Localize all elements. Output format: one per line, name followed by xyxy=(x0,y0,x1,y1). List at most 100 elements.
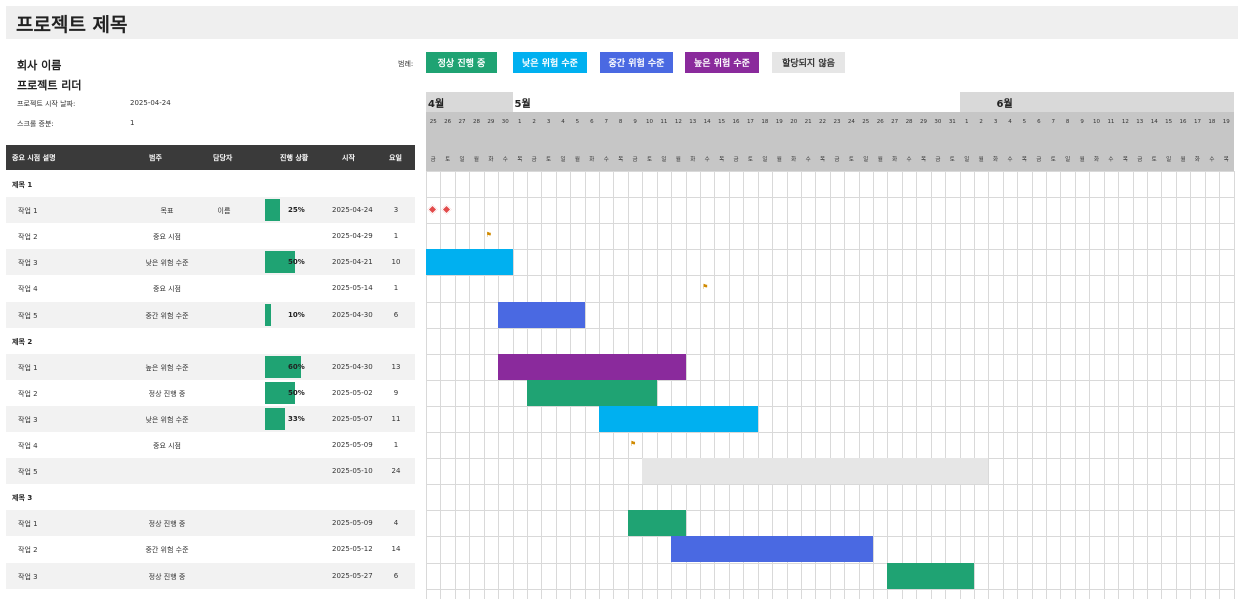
task-start-date[interactable]: 2025-04-24 xyxy=(332,206,373,214)
day-number: 25 xyxy=(862,119,870,125)
table-row[interactable]: 작업 5 중간 위험 수준 10% 2025-04-30 6 xyxy=(6,301,415,328)
col-owner: 담당자 xyxy=(213,154,233,162)
grid-line xyxy=(757,171,759,599)
table-row[interactable]: 작업 3 낮은 위험 수준 50% 2025-04-21 10 xyxy=(6,249,415,276)
milestone-flag-icon[interactable]: ⚑ xyxy=(630,441,636,448)
scroll-increment-value[interactable]: 1 xyxy=(130,119,134,127)
group-row[interactable]: 제목 2 xyxy=(6,328,415,354)
table-row[interactable]: 작업 1 정상 진행 중 2025-05-09 4 xyxy=(6,510,415,537)
weekday-label: 수 xyxy=(1007,157,1013,163)
task-start-date[interactable]: 2025-05-09 xyxy=(332,441,373,449)
day-number: 29 xyxy=(487,119,495,125)
day-number: 12 xyxy=(1121,119,1129,125)
title-bar: 프로젝트 제목 xyxy=(6,6,1238,39)
day-number: 28 xyxy=(472,119,480,125)
task-start-date[interactable]: 2025-04-30 xyxy=(332,363,373,371)
legend-item: 정상 진행 중 xyxy=(426,52,497,73)
grid-line xyxy=(1002,171,1004,599)
table-row[interactable]: 작업 4 중요 시점 2025-05-14 1 xyxy=(6,275,415,301)
table-row[interactable]: 작업 1 높은 위험 수준 60% 2025-04-30 13 xyxy=(6,353,415,380)
table-row[interactable]: 작업 1 목표 이름 25% 2025-04-24 3 xyxy=(6,197,415,224)
grid-line xyxy=(512,171,514,599)
weekday-label: 일 xyxy=(661,157,667,163)
milestone-flag-icon[interactable]: ⚑ xyxy=(702,284,708,291)
table-row[interactable]: 작업 3 정상 진행 중 2025-05-27 6 xyxy=(6,562,415,589)
progress-text: 25% xyxy=(288,206,305,215)
grid-line xyxy=(988,171,990,599)
grid-line xyxy=(426,275,1234,277)
task-days: 9 xyxy=(393,388,399,397)
milestone-diamond-icon[interactable] xyxy=(427,204,438,215)
task-category: 정상 진행 중 xyxy=(148,520,186,529)
task-category: 낮은 위험 수준 xyxy=(145,259,189,268)
table-row[interactable]: 작업 3 낮은 위험 수준 33% 2025-05-07 11 xyxy=(6,405,415,432)
day-number: 27 xyxy=(458,119,466,125)
table-row[interactable]: 작업 2 중간 위험 수준 2025-05-12 14 xyxy=(6,536,415,562)
table-row[interactable]: 작업 2 정상 진행 중 50% 2025-05-02 9 xyxy=(6,380,415,406)
task-start-date[interactable]: 2025-04-21 xyxy=(332,258,373,266)
grid-line xyxy=(699,171,701,599)
day-number: 9 xyxy=(1080,119,1084,125)
task-category: 중간 위험 수준 xyxy=(145,546,189,555)
weekday-label: 목 xyxy=(920,157,926,163)
gantt-bar[interactable] xyxy=(887,562,974,589)
legend-item: 높은 위험 수준 xyxy=(685,52,759,73)
milestone-flag-icon[interactable]: ⚑ xyxy=(486,232,492,239)
weekday-label: 일 xyxy=(964,157,970,163)
table-row[interactable]: 작업 4 중요 시점 2025-05-09 1 xyxy=(6,432,415,458)
group-row[interactable]: 제목 3 xyxy=(6,484,415,510)
month-header: 5월 xyxy=(512,92,960,112)
task-start-date[interactable]: 2025-04-29 xyxy=(332,232,373,240)
group-row[interactable]: 제목 1 xyxy=(6,171,415,197)
weekday-label: 수 xyxy=(805,157,811,163)
month-label: 5월 xyxy=(514,99,531,110)
gantt-bar[interactable] xyxy=(498,301,585,328)
gantt-bar[interactable] xyxy=(627,510,686,537)
task-start-date[interactable]: 2025-05-27 xyxy=(332,572,373,580)
company-name[interactable]: 회사 이름 xyxy=(17,57,61,73)
legend-item: 낮은 위험 수준 xyxy=(513,52,587,73)
project-leader[interactable]: 프로젝트 리더 xyxy=(17,77,82,93)
weekday-label: 토 xyxy=(848,157,854,163)
task-start-date[interactable]: 2025-05-14 xyxy=(332,284,373,292)
task-days: 11 xyxy=(391,414,401,423)
grid-line xyxy=(815,171,817,599)
grid-line xyxy=(426,588,1234,590)
weekday-label: 토 xyxy=(646,157,653,163)
gantt-bar[interactable] xyxy=(526,379,657,406)
table-row[interactable]: 작업 2 중요 시점 2025-04-29 1 xyxy=(6,223,415,249)
month-label: 4월 xyxy=(428,99,445,110)
day-number: 17 xyxy=(1193,119,1201,125)
day-number: 11 xyxy=(660,119,668,125)
task-category: 중요 시점 xyxy=(153,442,181,450)
task-start-date[interactable]: 2025-05-12 xyxy=(332,545,373,553)
task-start-date[interactable]: 2025-05-02 xyxy=(332,389,373,397)
day-number: 2 xyxy=(979,119,983,125)
task-description: 작업 3 xyxy=(18,259,38,268)
start-date-value[interactable]: 2025-04-24 xyxy=(130,99,171,107)
task-description: 작업 3 xyxy=(18,415,38,424)
task-start-date[interactable]: 2025-04-30 xyxy=(332,311,373,319)
gantt-bar[interactable] xyxy=(426,249,513,276)
weekday-label: 일 xyxy=(1065,157,1071,163)
task-days: 4 xyxy=(393,519,399,528)
day-number: 16 xyxy=(732,119,740,125)
grid-line xyxy=(426,171,427,599)
day-number: 8 xyxy=(618,119,623,125)
task-start-date[interactable]: 2025-05-09 xyxy=(332,519,373,527)
day-number: 4 xyxy=(1008,119,1012,125)
weekday-label: 일 xyxy=(863,157,869,163)
day-number: 19 xyxy=(775,119,783,125)
table-row[interactable]: 작업 5 2025-05-10 24 xyxy=(6,458,415,485)
gantt-bar[interactable] xyxy=(671,536,873,563)
gantt-bar[interactable] xyxy=(599,405,758,432)
gantt-bar[interactable] xyxy=(642,458,989,485)
gantt-bar[interactable] xyxy=(498,353,686,380)
col-days: 요일 xyxy=(389,154,402,162)
grid-line xyxy=(426,405,1234,407)
task-start-date[interactable]: 2025-05-07 xyxy=(332,415,373,423)
milestone-diamond-icon[interactable] xyxy=(441,204,452,215)
grid-line xyxy=(945,171,947,599)
grid-line xyxy=(426,484,1234,486)
task-start-date[interactable]: 2025-05-10 xyxy=(332,467,373,475)
